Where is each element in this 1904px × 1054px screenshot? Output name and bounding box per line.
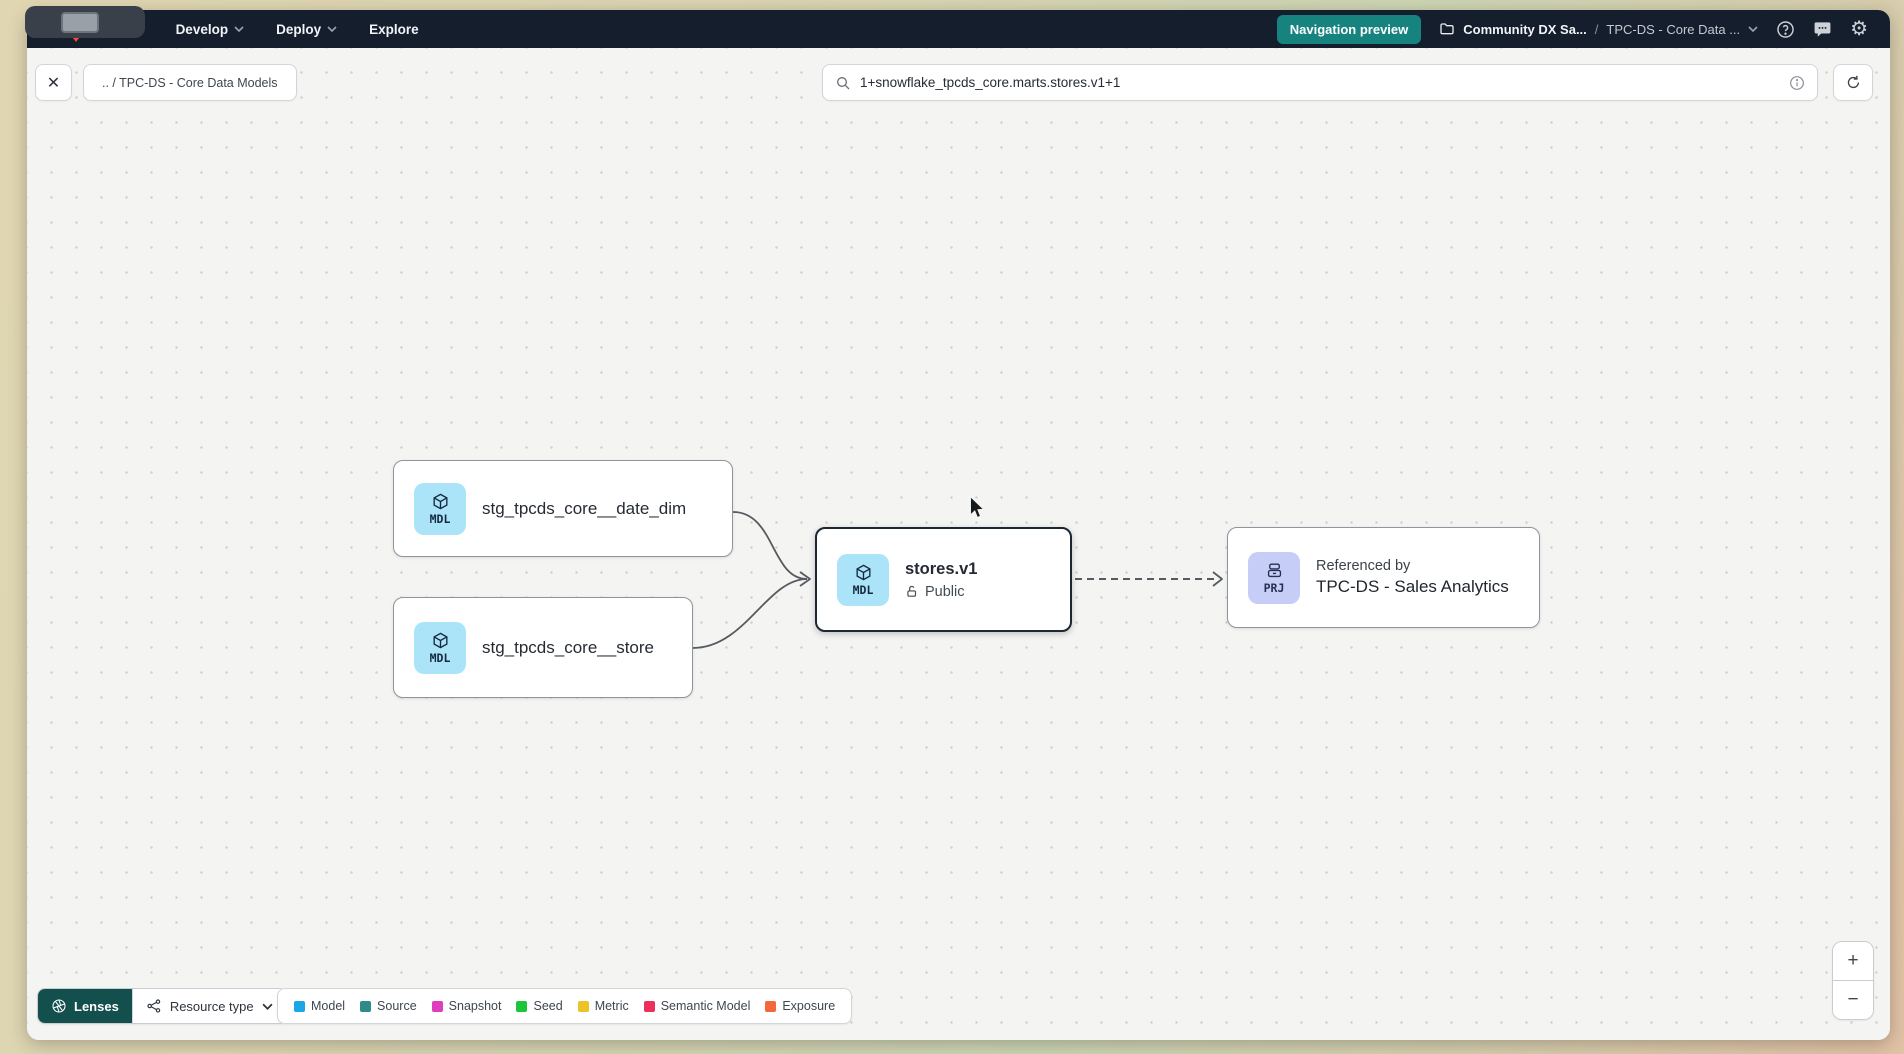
node-title: stg_tpcds_core__date_dim xyxy=(482,499,686,519)
window-artifact xyxy=(25,6,145,38)
lens-controls: Lenses Resource type xyxy=(37,988,287,1024)
app-window: dbt Develop Deploy Explore Navigation pr… xyxy=(27,10,1890,1040)
cube-icon xyxy=(431,492,450,511)
legend-label: Semantic Model xyxy=(661,999,751,1013)
legend-swatch xyxy=(432,1001,443,1012)
legend-swatch xyxy=(294,1001,305,1012)
legend-swatch xyxy=(360,1001,371,1012)
node-access-row: Public xyxy=(905,584,977,600)
resource-type-dropdown[interactable]: Resource type xyxy=(132,989,286,1023)
zoom-controls: + − xyxy=(1832,941,1874,1020)
model-badge: MDL xyxy=(414,622,466,674)
mouse-cursor xyxy=(968,497,986,519)
node-referenced-by-label: Referenced by xyxy=(1316,558,1509,574)
badge-label: MDL xyxy=(430,651,451,665)
project-badge: PRJ xyxy=(1248,552,1300,604)
window-artifact-icon xyxy=(61,12,99,33)
menu-deploy[interactable]: Deploy xyxy=(276,22,337,37)
resource-type-icon xyxy=(146,998,162,1014)
legend-swatch xyxy=(516,1001,527,1012)
search-icon xyxy=(835,75,851,91)
node-project-title: TPC-DS - Sales Analytics xyxy=(1316,577,1509,597)
legend-item-snapshot: Snapshot xyxy=(432,999,502,1013)
menu-explore-label: Explore xyxy=(369,22,419,37)
legend-item-semantic-model: Semantic Model xyxy=(644,999,751,1013)
legend-swatch xyxy=(644,1001,655,1012)
search-input[interactable] xyxy=(860,75,1780,90)
model-badge: MDL xyxy=(414,483,466,535)
resource-type-label: Resource type xyxy=(170,999,254,1014)
lineage-canvas[interactable]: ✕ .. / TPC-DS - Core Data Models MDL stg… xyxy=(27,48,1890,1040)
legend-item-seed: Seed xyxy=(516,999,562,1013)
cube-icon xyxy=(431,631,450,650)
chevron-down-icon xyxy=(262,1003,273,1010)
chevron-down-icon xyxy=(234,26,244,32)
node-stg-tpcds-core-store[interactable]: MDL stg_tpcds_core__store xyxy=(393,597,693,698)
node-tpcds-sales-analytics-project[interactable]: PRJ Referenced by TPC-DS - Sales Analyti… xyxy=(1227,527,1540,628)
archive-icon xyxy=(1265,561,1284,580)
nav-right-cluster: Navigation preview Community DX Sa... / … xyxy=(1277,15,1868,44)
edge-arrowhead xyxy=(800,572,810,586)
account-name: Community DX Sa... xyxy=(1463,22,1587,37)
node-title: stores.v1 xyxy=(905,560,977,579)
legend-label: Source xyxy=(377,999,417,1013)
resource-legend: Model Source Snapshot Seed Metric Semant… xyxy=(277,988,852,1024)
breadcrumb-separator: / xyxy=(1595,22,1599,37)
folder-icon xyxy=(1439,21,1455,37)
lineage-breadcrumb-label: .. / TPC-DS - Core Data Models xyxy=(102,76,278,90)
legend-label: Metric xyxy=(595,999,629,1013)
feedback-icon[interactable] xyxy=(1813,20,1832,39)
navigation-preview-badge[interactable]: Navigation preview xyxy=(1277,15,1421,44)
zoom-out-button[interactable]: − xyxy=(1833,981,1873,1019)
chevron-down-icon xyxy=(327,26,337,32)
zoom-in-button[interactable]: + xyxy=(1833,942,1873,980)
legend-label: Exposure xyxy=(782,999,835,1013)
legend-label: Model xyxy=(311,999,345,1013)
main-menu: Develop Deploy Explore xyxy=(176,22,419,37)
badge-label: MDL xyxy=(430,512,451,526)
model-badge: MDL xyxy=(837,554,889,606)
legend-label: Snapshot xyxy=(449,999,502,1013)
edge-arrowhead xyxy=(1213,572,1222,586)
node-stg-tpcds-core-date-dim[interactable]: MDL stg_tpcds_core__date_dim xyxy=(393,460,733,557)
menu-develop[interactable]: Develop xyxy=(176,22,245,37)
badge-label: MDL xyxy=(853,583,874,597)
project-name: TPC-DS - Core Data ... xyxy=(1606,22,1740,37)
top-nav: dbt Develop Deploy Explore Navigation pr… xyxy=(27,10,1890,48)
edge-store-to-stores xyxy=(693,579,807,648)
lens-aperture-icon xyxy=(51,998,67,1014)
badge-label: PRJ xyxy=(1264,581,1285,595)
chevron-down-icon xyxy=(1748,26,1758,32)
legend-swatch xyxy=(578,1001,589,1012)
node-access-label: Public xyxy=(925,584,965,600)
node-stores-v1[interactable]: MDL stores.v1 Public xyxy=(815,527,1072,632)
lenses-label: Lenses xyxy=(74,999,119,1014)
close-lineage-button[interactable]: ✕ xyxy=(35,64,72,101)
lock-open-icon xyxy=(905,584,919,599)
lenses-button[interactable]: Lenses xyxy=(38,989,132,1023)
close-icon: ✕ xyxy=(47,73,60,93)
legend-item-model: Model xyxy=(294,999,345,1013)
menu-explore[interactable]: Explore xyxy=(369,22,419,37)
legend-item-exposure: Exposure xyxy=(765,999,835,1013)
cube-icon xyxy=(854,563,873,582)
menu-deploy-label: Deploy xyxy=(276,22,321,37)
lineage-breadcrumb-chip[interactable]: .. / TPC-DS - Core Data Models xyxy=(83,64,297,101)
project-breadcrumb[interactable]: Community DX Sa... / TPC-DS - Core Data … xyxy=(1439,21,1758,37)
legend-label: Seed xyxy=(533,999,562,1013)
edge-date-dim-to-stores xyxy=(733,512,807,579)
info-icon[interactable] xyxy=(1789,75,1805,91)
refresh-lineage-button[interactable] xyxy=(1833,64,1873,101)
menu-develop-label: Develop xyxy=(176,22,229,37)
legend-swatch xyxy=(765,1001,776,1012)
gear-icon[interactable]: ⚙ xyxy=(1850,19,1868,39)
lineage-search xyxy=(822,64,1818,101)
node-title: stg_tpcds_core__store xyxy=(482,638,654,658)
refresh-icon xyxy=(1845,74,1862,91)
help-icon[interactable] xyxy=(1776,20,1795,39)
legend-item-source: Source xyxy=(360,999,417,1013)
legend-item-metric: Metric xyxy=(578,999,629,1013)
